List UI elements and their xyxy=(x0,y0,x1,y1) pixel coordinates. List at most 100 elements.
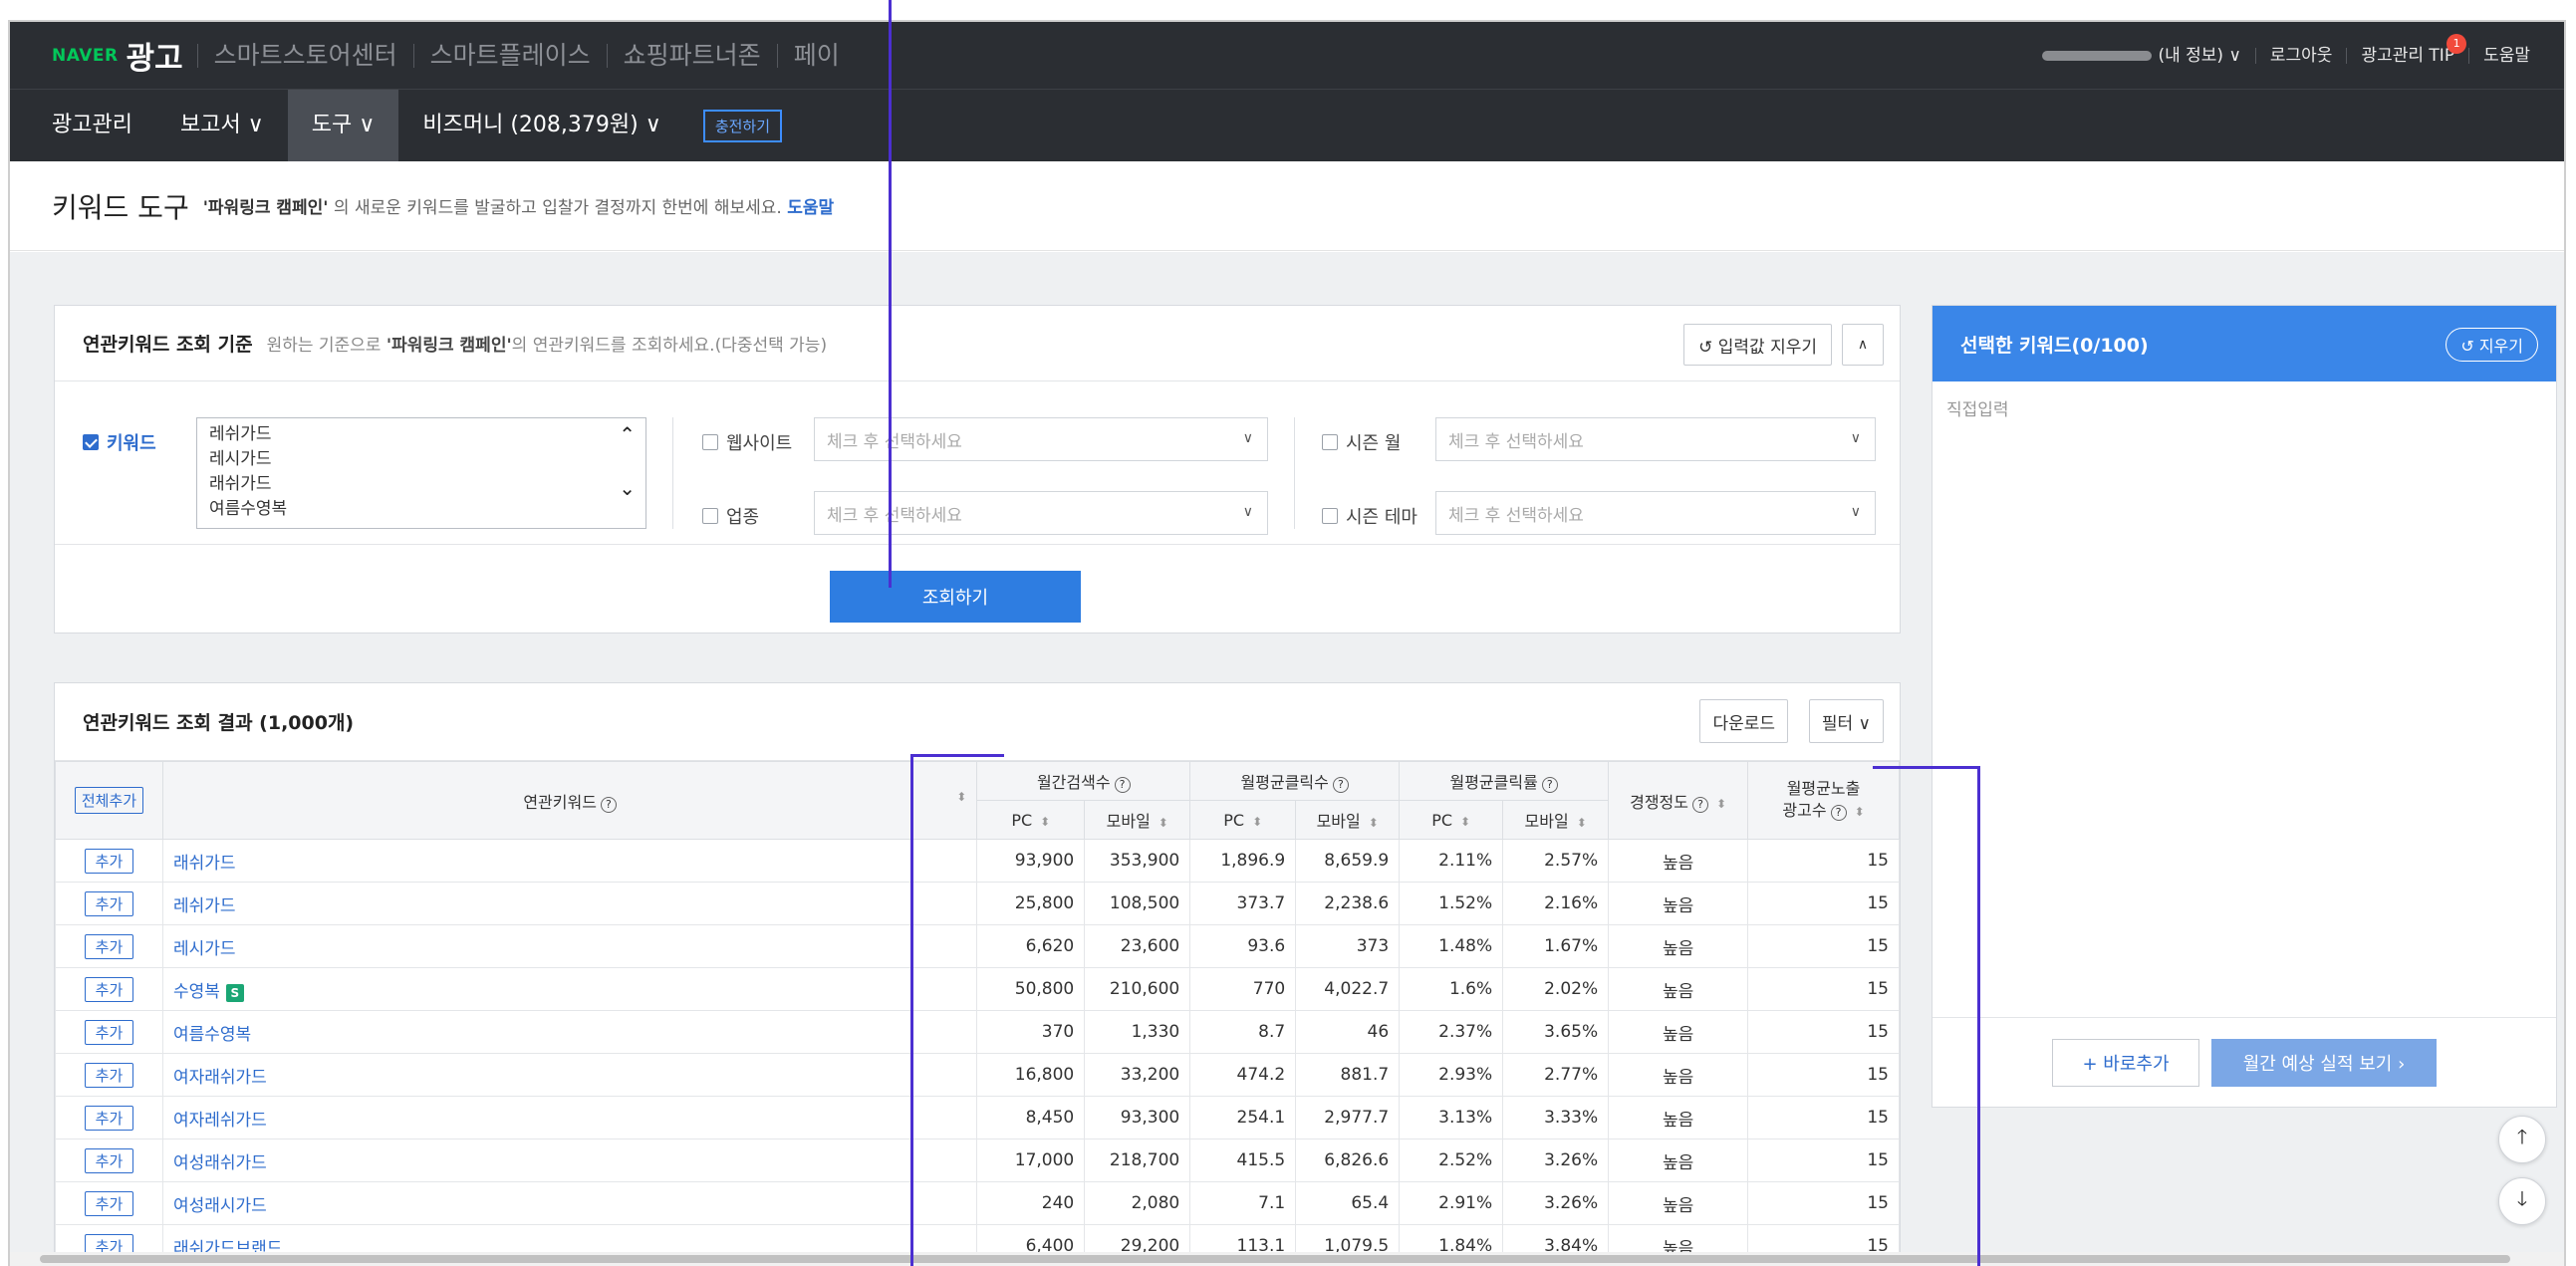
keyword-cell[interactable]: 수영복 S xyxy=(161,967,978,1011)
keyword-link[interactable]: 여성래시가드 xyxy=(173,1196,267,1216)
sort-icon[interactable]: ⬍ xyxy=(1855,805,1865,819)
industry-checkbox[interactable]: 업종 xyxy=(702,503,759,529)
collapse-button[interactable]: ∧ xyxy=(1842,324,1884,366)
keyword-cell[interactable]: 레시가드 xyxy=(161,924,978,968)
brand-logo[interactable]: NAVER 광고 xyxy=(52,33,197,78)
help-link[interactable]: 도움말 xyxy=(2468,47,2544,64)
help-icon[interactable]: ? xyxy=(1830,805,1847,821)
add-keyword-button[interactable]: 추가 xyxy=(84,1062,134,1088)
col-ctr-pc[interactable]: PC ⬍ xyxy=(1399,800,1504,840)
season-theme-select[interactable]: 체크 후 선택하세요 ∨ xyxy=(1435,491,1876,535)
keyword-link[interactable]: 여성래쉬가드 xyxy=(173,1153,267,1173)
service-link-pay[interactable]: 페이 xyxy=(776,43,856,68)
scroll-bottom-button[interactable]: 🡓 xyxy=(2498,1177,2546,1225)
help-icon[interactable]: ? xyxy=(1541,777,1558,793)
filter-button[interactable]: 필터 ∨ xyxy=(1808,699,1884,743)
pc-click-cell: 415.5 xyxy=(1189,1139,1297,1182)
sort-icon[interactable]: ⬍ xyxy=(1577,816,1587,830)
industry-select[interactable]: 체크 후 선택하세요 ∨ xyxy=(814,491,1268,535)
page-help-link[interactable]: 도움말 xyxy=(787,198,834,218)
sort-icon[interactable]: ⬍ xyxy=(1159,816,1168,830)
scroll-up-icon[interactable]: ⌃ xyxy=(619,422,636,447)
keyword-cell[interactable]: 여자래쉬가드 xyxy=(161,1053,978,1097)
season-month-checkbox[interactable]: 시즌 월 xyxy=(1322,429,1401,455)
selected-header: 선택한 키워드(0/100) ↺ 지우기 xyxy=(1932,306,2556,381)
add-keyword-button[interactable]: 추가 xyxy=(84,933,134,959)
shopping-badge-icon: S xyxy=(225,983,244,1002)
add-keyword-button[interactable]: 추가 xyxy=(84,1190,134,1216)
col-competition[interactable]: 경쟁정도? ⬍ xyxy=(1608,761,1749,840)
keyword-checkbox[interactable]: 키워드 xyxy=(83,429,156,455)
col-search-mobile[interactable]: 모바일 ⬍ xyxy=(1084,800,1191,840)
sort-icon[interactable]: ⬍ xyxy=(1716,797,1726,811)
charge-button[interactable]: 충전하기 xyxy=(702,109,783,142)
season-theme-checkbox[interactable]: 시즌 테마 xyxy=(1322,503,1417,529)
col-ad-exposure[interactable]: 월평균노출 광고수? ⬍ xyxy=(1747,761,1900,840)
keyword-cell[interactable]: 여름수영복 xyxy=(161,1010,978,1054)
keyword-cell[interactable]: 레쉬가드 xyxy=(161,882,978,925)
nav-ad-management[interactable]: 광고관리 xyxy=(10,90,156,161)
keyword-cell[interactable]: 여성래쉬가드 xyxy=(161,1139,978,1182)
sort-icon[interactable]: ⬍ xyxy=(1460,815,1470,829)
results-header: 연관키워드 조회 결과 (1,000개) 다운로드 필터 ∨ xyxy=(55,683,1900,761)
add-keyword-button[interactable]: 추가 xyxy=(84,848,134,874)
keyword-link[interactable]: 수영복 xyxy=(173,982,220,1002)
scrollbar-thumb[interactable] xyxy=(40,1255,2510,1263)
checkbox-icon xyxy=(702,508,718,524)
keyword-link[interactable]: 여자래쉬가드 xyxy=(173,1068,267,1088)
forecast-button[interactable]: 월간 예상 실적 보기 › xyxy=(2211,1038,2437,1087)
sort-icon[interactable]: ⬍ xyxy=(1252,815,1262,829)
col-search-pc[interactable]: PC ⬍ xyxy=(976,800,1086,840)
clear-input-button[interactable]: ↺ 입력값 지우기 xyxy=(1683,324,1832,366)
nav-bizmoney[interactable]: 비즈머니 (208,379원) ∨ xyxy=(398,90,684,161)
competition-cell: 높음 xyxy=(1608,1096,1749,1139)
selected-clear-button[interactable]: ↺ 지우기 xyxy=(2446,328,2538,362)
add-all-button[interactable]: 전체추가 xyxy=(74,787,144,814)
keyword-cell[interactable]: 여자레쉬가드 xyxy=(161,1096,978,1139)
add-keyword-button[interactable]: 추가 xyxy=(84,976,134,1002)
service-link-smartplace[interactable]: 스마트플레이스 xyxy=(412,43,607,68)
pc-click-cell: 373.7 xyxy=(1189,882,1297,925)
nav-reports[interactable]: 보고서 ∨ xyxy=(156,90,288,161)
col-click-mobile[interactable]: 모바일 ⬍ xyxy=(1295,800,1401,840)
my-info-link[interactable]: (내 정보) ∨ xyxy=(2028,47,2254,64)
add-keyword-button[interactable]: 추가 xyxy=(84,890,134,916)
season-month-select[interactable]: 체크 후 선택하세요 ∨ xyxy=(1435,417,1876,461)
website-select[interactable]: 체크 후 선택하세요 ∨ xyxy=(814,417,1268,461)
quick-add-button[interactable]: + 바로추가 xyxy=(2052,1038,2199,1087)
scroll-down-icon[interactable]: ⌄ xyxy=(619,476,636,501)
sort-icon[interactable]: ⬍ xyxy=(1369,816,1379,830)
col-click-pc[interactable]: PC ⬍ xyxy=(1189,800,1297,840)
website-checkbox[interactable]: 웹사이트 xyxy=(702,429,792,455)
add-keyword-button[interactable]: 추가 xyxy=(84,1019,134,1045)
add-keyword-button[interactable]: 추가 xyxy=(84,1105,134,1131)
help-icon[interactable]: ? xyxy=(1332,777,1349,793)
service-link-shopping-partner[interactable]: 쇼핑파트너존 xyxy=(606,43,777,68)
pc-label: PC xyxy=(1223,810,1245,830)
horizontal-scrollbar[interactable] xyxy=(10,1252,2564,1266)
keyword-cell[interactable]: 여성래시가드 xyxy=(161,1181,978,1225)
keyword-textarea[interactable]: 레쉬가드 레시가드 래쉬가드 여름수영복 ⌃ ⌄ xyxy=(196,417,646,529)
download-button[interactable]: 다운로드 xyxy=(1699,699,1788,743)
col-ctr-mobile[interactable]: 모바일 ⬍ xyxy=(1502,800,1610,840)
keyword-link[interactable]: 여자레쉬가드 xyxy=(173,1111,267,1131)
sort-icon[interactable]: ⬍ xyxy=(956,790,966,804)
nav-tools[interactable]: 도구 ∨ xyxy=(287,90,399,161)
search-button[interactable]: 조회하기 xyxy=(830,571,1081,623)
keyword-link[interactable]: 여름수영복 xyxy=(173,1025,251,1045)
keyword-link[interactable]: 레시가드 xyxy=(173,939,236,959)
service-link-smartstore[interactable]: 스마트스토어센터 xyxy=(196,43,413,68)
keyword-link[interactable]: 레쉬가드 xyxy=(173,896,236,916)
tip-link[interactable]: 광고관리 TIP 1 xyxy=(2346,33,2468,64)
sort-icon[interactable]: ⬍ xyxy=(1040,815,1050,829)
col-keyword[interactable]: 연관키워드? ⬍ xyxy=(161,761,978,840)
scroll-top-button[interactable]: 🡑 xyxy=(2498,1116,2546,1163)
help-icon[interactable]: ? xyxy=(1691,796,1708,813)
add-keyword-button[interactable]: 추가 xyxy=(84,1147,134,1173)
logout-link[interactable]: 로그아웃 xyxy=(2254,47,2347,64)
keyword-link[interactable]: 래쉬가드 xyxy=(173,854,236,874)
help-icon[interactable]: ? xyxy=(1114,777,1131,793)
direct-input-field[interactable]: 직접입력 xyxy=(1946,395,2009,420)
keyword-cell[interactable]: 래쉬가드 xyxy=(161,839,978,883)
help-icon[interactable]: ? xyxy=(600,796,617,813)
